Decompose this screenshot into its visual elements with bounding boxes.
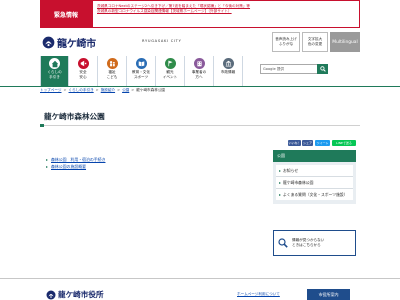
line-share-button[interactable]: LINEで送る [332,140,356,146]
sidebar-heading: 公園 [273,150,356,162]
furigana-label: ふりがな [278,42,294,46]
search-input[interactable]: Google 提供 [261,67,317,72]
nav-item-safety[interactable]: 安全 安心 [69,56,98,86]
sidebar-item-forest-park[interactable]: 龍ケ崎市森林公園 [276,177,353,189]
breadcrumb-link[interactable]: くらしの手引き [69,88,94,92]
nav-label-line2: 手引き [49,74,60,79]
building-icon [193,58,205,69]
sidebar-item-faq[interactable]: よくある質問（文化・スポーツ施設） [276,189,353,200]
breadcrumb-link[interactable]: トップページ [40,88,62,92]
family-icon [106,58,118,69]
content-links: 森林公園 利用・宿泊の手続き 森林公園の施設概要 [46,156,105,170]
global-nav: くらしの 手引き 安全 安心 福祉 こども 教育・文化 スポーツ 観光 イベント… [40,56,360,86]
nav-item-tourism[interactable]: 観光 イベント [156,56,185,86]
search-button[interactable] [317,63,328,74]
language-label: Multilingual [332,39,358,45]
color-change-label: 色の変更 [307,42,323,46]
city-emblem-icon [46,290,56,299]
home-guide-icon [49,58,60,69]
megaphone-icon [77,58,89,69]
breadcrumb-link[interactable]: 公園 [122,88,129,92]
sidebar-menu: お知らせ 龍ケ崎市森林公園 よくある質問（文化・スポーツ施設） [273,162,356,204]
page-title: 龍ケ崎市森林公園 [44,112,105,121]
title-underline [40,125,360,126]
nav-item-living[interactable]: くらしの 手引き [40,56,69,86]
search-icon [319,65,326,72]
breadcrumb-separator: > [117,88,121,92]
footer-divider [0,278,400,279]
site-search[interactable]: Google 提供 [260,63,328,74]
nav-item-city-info[interactable]: 市政情報 [214,56,243,86]
help-text: 情報が見つからない ときはこちらから [292,238,324,248]
emergency-link-covid-info[interactable]: 茨城県の新型コロナウイルス感染症関連情報【茨城県ホームページ】（外部サイト） [97,9,355,14]
title-accent [40,124,44,127]
site-city-en: RYUGASAKI CITY [142,39,182,43]
nav-label-line2: イベント [162,74,178,79]
help-search-button[interactable]: 情報が見つからない ときはこちらから [273,230,356,256]
read-aloud-button[interactable]: 音声読み上げ ふりがな [272,32,300,52]
emergency-links: 茨城県コロナNextのステージ2へ引き下げ／第7波を踏まえた「現状認識」と「今後… [92,0,360,28]
city-hall-guide-button[interactable]: 市役所案内 [307,289,350,300]
nav-label-line2: 安心 [79,74,87,79]
site-logo-text: 龍ケ崎市 [57,39,96,50]
book-icon [135,58,147,69]
nav-label-line2: こども [106,74,118,79]
site-usage-link[interactable]: ホームページ利用について [237,292,280,297]
nav-item-welfare[interactable]: 福祉 こども [98,56,127,86]
content-link-facilities[interactable]: 森林公園の施設概要 [51,164,86,170]
city-emblem-icon [42,36,55,49]
footer-logo: 龍ケ崎市役所 [46,289,104,300]
flag-icon [164,58,176,69]
breadcrumb-separator: > [131,88,135,92]
nav-divider [0,86,400,87]
content-link-procedures[interactable]: 森林公園 利用・宿泊の手続き [51,157,105,163]
breadcrumb-separator: > [63,88,67,92]
breadcrumb: トップページ > くらしの手引き > 施設紹介 > 公園 > 龍ケ崎市森林公園 [40,88,360,93]
emergency-banner: 緊急情報 茨城県コロナNextのステージ2へ引き下げ／第7波を踏まえた「現状認識… [40,0,360,28]
sidebar-item-news[interactable]: お知らせ [276,165,353,177]
breadcrumb-current: 龍ケ崎市森林公園 [136,88,166,92]
list-item: 森林公園 利用・宿泊の手続き [46,156,105,163]
bullet-icon [46,158,48,161]
footer-logo-text: 龍ケ崎市役所 [58,290,104,299]
nav-label-line1: 市政情報 [220,70,236,74]
help-text-line2: ときはこちらから [292,243,321,247]
emergency-label: 緊急情報 [40,0,92,28]
breadcrumb-link[interactable]: 施設紹介 [101,88,115,92]
nav-label-line2: 方へ [195,74,203,79]
language-button[interactable]: Multilingual [330,32,360,52]
facebook-like-button[interactable]: いいね！ [288,140,301,146]
facebook-share-button[interactable]: シェア [302,140,313,146]
site-logo[interactable]: 龍ケ崎市 [42,35,96,50]
magnifier-icon [278,238,288,248]
nav-item-education[interactable]: 教育・文化 スポーツ [127,56,156,86]
nav-item-business[interactable]: 事業者の 方へ [185,56,214,86]
city-hall-icon [222,58,234,69]
list-item: 森林公園の施設概要 [46,163,105,170]
tweet-button[interactable]: ツイート [315,140,330,146]
text-size-button[interactable]: 文字拡大 色の変更 [302,32,328,52]
site-header: 龍ケ崎市 RYUGASAKI CITY 音声読み上げ ふりがな 文字拡大 色の変… [40,30,360,54]
sidebar: 公園 お知らせ 龍ケ崎市森林公園 よくある質問（文化・スポーツ施設） [273,150,356,204]
breadcrumb-separator: > [95,88,99,92]
nav-label-line2: スポーツ [133,74,149,79]
bullet-icon [46,165,48,168]
